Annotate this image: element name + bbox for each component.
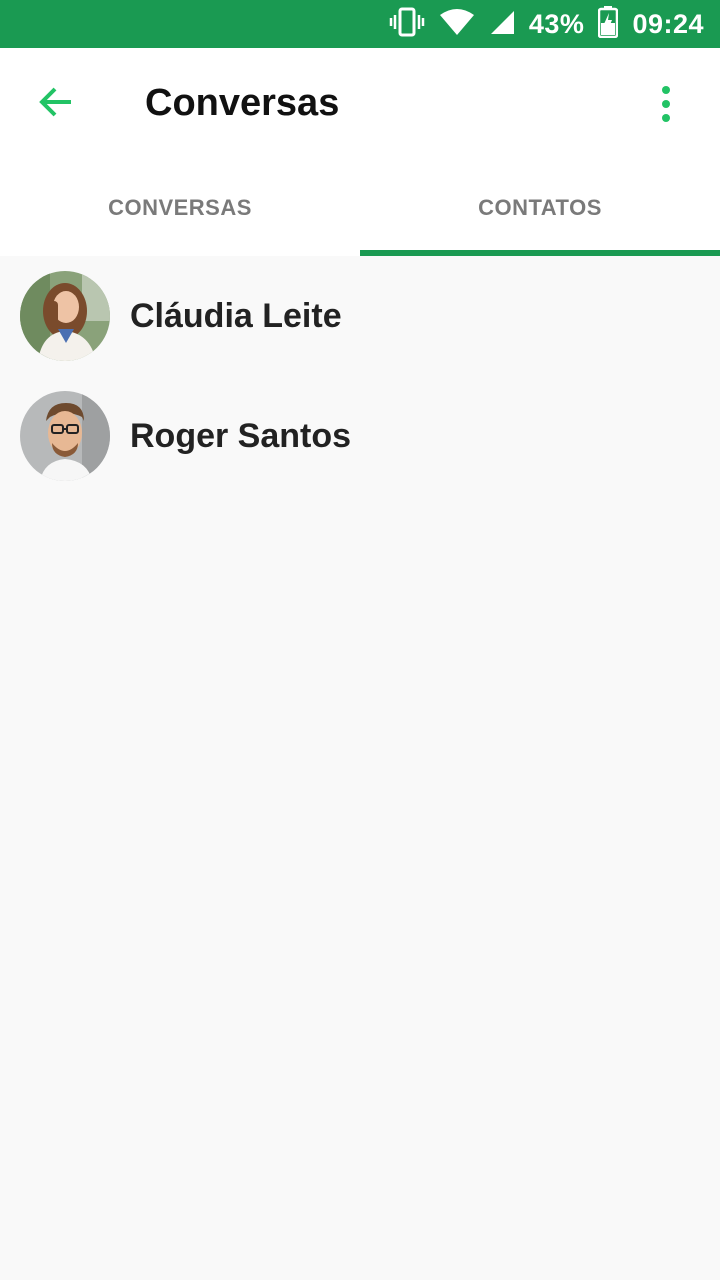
contact-row[interactable]: Cláudia Leite bbox=[0, 256, 720, 376]
tab-conversas[interactable]: CONVERSAS bbox=[0, 160, 360, 256]
contacts-list: Cláudia Leite Roger Santos bbox=[0, 256, 720, 496]
contact-name: Roger Santos bbox=[130, 416, 352, 455]
contact-row[interactable]: Roger Santos bbox=[0, 376, 720, 496]
back-button[interactable] bbox=[28, 76, 84, 132]
more-vert-icon bbox=[662, 86, 670, 94]
tab-conversas-label: CONVERSAS bbox=[108, 195, 252, 220]
clock: 09:24 bbox=[632, 8, 704, 39]
tab-contatos-label: CONTATOS bbox=[478, 195, 602, 220]
signal-icon bbox=[489, 9, 515, 40]
status-bar: 43% 09:24 bbox=[0, 0, 720, 48]
battery-percentage: 43% bbox=[528, 8, 585, 39]
tab-contatos[interactable]: CONTATOS bbox=[360, 160, 720, 256]
overflow-menu-button[interactable] bbox=[638, 76, 694, 132]
page-title: Conversas bbox=[145, 82, 340, 124]
avatar bbox=[20, 271, 110, 361]
arrow-back-icon bbox=[38, 84, 74, 125]
wifi-icon bbox=[439, 8, 475, 41]
app-toolbar: Conversas bbox=[0, 48, 720, 160]
battery-charging-icon bbox=[598, 5, 619, 43]
vibrate-icon bbox=[389, 7, 425, 42]
avatar bbox=[20, 391, 110, 481]
contact-name: Cláudia Leite bbox=[130, 296, 342, 335]
tab-bar: CONVERSAS CONTATOS bbox=[0, 160, 720, 256]
